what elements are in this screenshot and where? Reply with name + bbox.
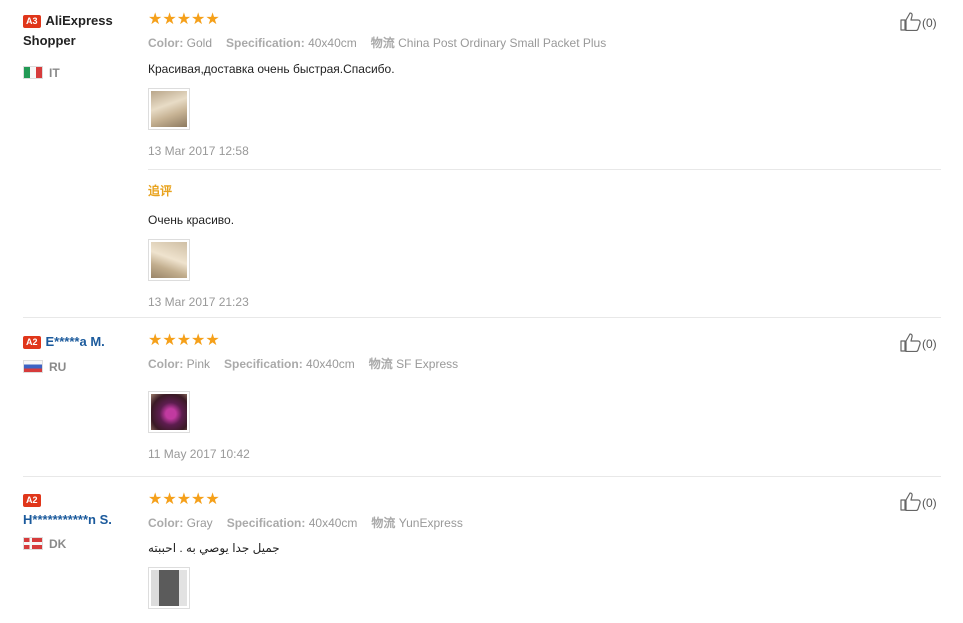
spec-label: Specification: [226, 516, 306, 530]
color-label: Color: [148, 36, 184, 50]
review-content: ★★★★★ Color: Gray Specification: 40x40cm 物… [148, 491, 888, 609]
like-button[interactable]: (0) [900, 491, 937, 511]
buyer-level-badge: A2 [23, 494, 41, 507]
thumbs-up-icon [900, 12, 921, 31]
buyer-level-badge: A3 [23, 15, 41, 28]
reviewer-name[interactable]: H***********n S. [23, 512, 112, 527]
shipping-value: China Post Ordinary Small Packet Plus [398, 36, 607, 50]
star-icon: ★ [176, 491, 191, 508]
country-code: IT [49, 66, 60, 80]
star-icon: ★ [205, 11, 219, 28]
denmark-flag-icon [23, 537, 43, 550]
followup-title: 追评 [148, 184, 173, 198]
review-photo-thumbnail[interactable] [148, 567, 190, 609]
like-button[interactable]: (0) [900, 11, 937, 31]
color-value: Gray [186, 516, 213, 530]
followup-date: 13 Mar 2017 21:23 [148, 295, 249, 309]
reviewer-info: A2 H***********n S. DK [23, 491, 138, 552]
star-icon: ★ [176, 332, 191, 349]
followup-photo-thumbnail[interactable] [148, 239, 190, 281]
review-photo-thumbnail[interactable] [148, 391, 190, 433]
thumbs-up-icon [900, 333, 921, 352]
star-icon: ★ [191, 11, 205, 28]
shipping-value: YunExpress [398, 516, 463, 530]
reviewer-country: IT [23, 65, 138, 81]
review-date: 11 May 2017 10:42 [148, 447, 250, 461]
russia-flag-icon [23, 360, 43, 373]
purchase-attributes: Color: Gold Specification: 40x40cm 物流 Chin… [148, 34, 888, 51]
star-icon: ★ [176, 11, 191, 28]
thumbs-up-icon [900, 492, 921, 511]
star-icon: ★ [191, 491, 205, 508]
star-icon: ★ [205, 332, 219, 349]
buyer-level-badge: A2 [23, 336, 41, 349]
color-label: Color: [148, 357, 184, 371]
star-icon: ★ [148, 491, 162, 508]
star-icon: ★ [162, 491, 176, 508]
reviewer-name[interactable]: E*****a M. [46, 334, 105, 349]
shipping-value: SF Express [396, 357, 459, 371]
color-value: Gold [186, 36, 213, 50]
spec-value: 40x40cm [306, 357, 355, 371]
star-icon: ★ [162, 332, 176, 349]
spec-label: Specification: [226, 36, 305, 50]
star-icon: ★ [191, 332, 205, 349]
review-text: Красивая,доставка очень быстрая.Спасибо. [148, 62, 395, 76]
reviewer-info: A3 AliExpress Shopper IT [23, 11, 138, 81]
followup-divider [148, 169, 941, 170]
review-content: ★★★★★ Color: Gold Specification: 40x40cm 物… [148, 11, 941, 309]
color-label: Color: [148, 516, 184, 530]
country-code: DK [49, 537, 67, 551]
spec-value: 40x40cm [308, 516, 358, 530]
review-content: ★★★★★ Color: Pink Specification: 40x40cm 物… [148, 332, 888, 461]
like-count: (0) [922, 16, 937, 30]
review-text: جميل جدا يوصي به . احببته [148, 541, 280, 555]
country-code: RU [49, 360, 67, 374]
reviewer-country: DK [23, 536, 138, 552]
review-divider [23, 476, 941, 477]
star-icon: ★ [148, 11, 162, 28]
review-date: 13 Mar 2017 12:58 [148, 144, 249, 158]
reviewer-info: A2 E*****a M. RU [23, 332, 138, 375]
rating-stars: ★★★★★ [148, 491, 888, 509]
shipping-label: 物流 [371, 516, 396, 530]
reviewer-country: RU [23, 359, 138, 375]
review-photo-thumbnail[interactable] [148, 88, 190, 130]
shipping-label: 物流 [368, 357, 393, 371]
rating-stars: ★★★★★ [148, 332, 888, 350]
like-count: (0) [922, 337, 937, 351]
star-icon: ★ [205, 491, 219, 508]
like-button[interactable]: (0) [900, 332, 937, 352]
rating-stars: ★★★★★ [148, 11, 888, 29]
color-value: Pink [186, 357, 211, 371]
star-icon: ★ [162, 11, 176, 28]
star-icon: ★ [148, 332, 162, 349]
shipping-label: 物流 [370, 36, 395, 50]
review-divider [23, 317, 941, 318]
like-count: (0) [922, 496, 937, 510]
purchase-attributes: Color: Gray Specification: 40x40cm 物流 YunE… [148, 514, 888, 531]
italy-flag-icon [23, 66, 43, 79]
spec-value: 40x40cm [308, 36, 357, 50]
spec-label: Specification: [224, 357, 303, 371]
purchase-attributes: Color: Pink Specification: 40x40cm 物流 SF E… [148, 355, 888, 372]
followup-text: Очень красиво. [148, 213, 235, 227]
